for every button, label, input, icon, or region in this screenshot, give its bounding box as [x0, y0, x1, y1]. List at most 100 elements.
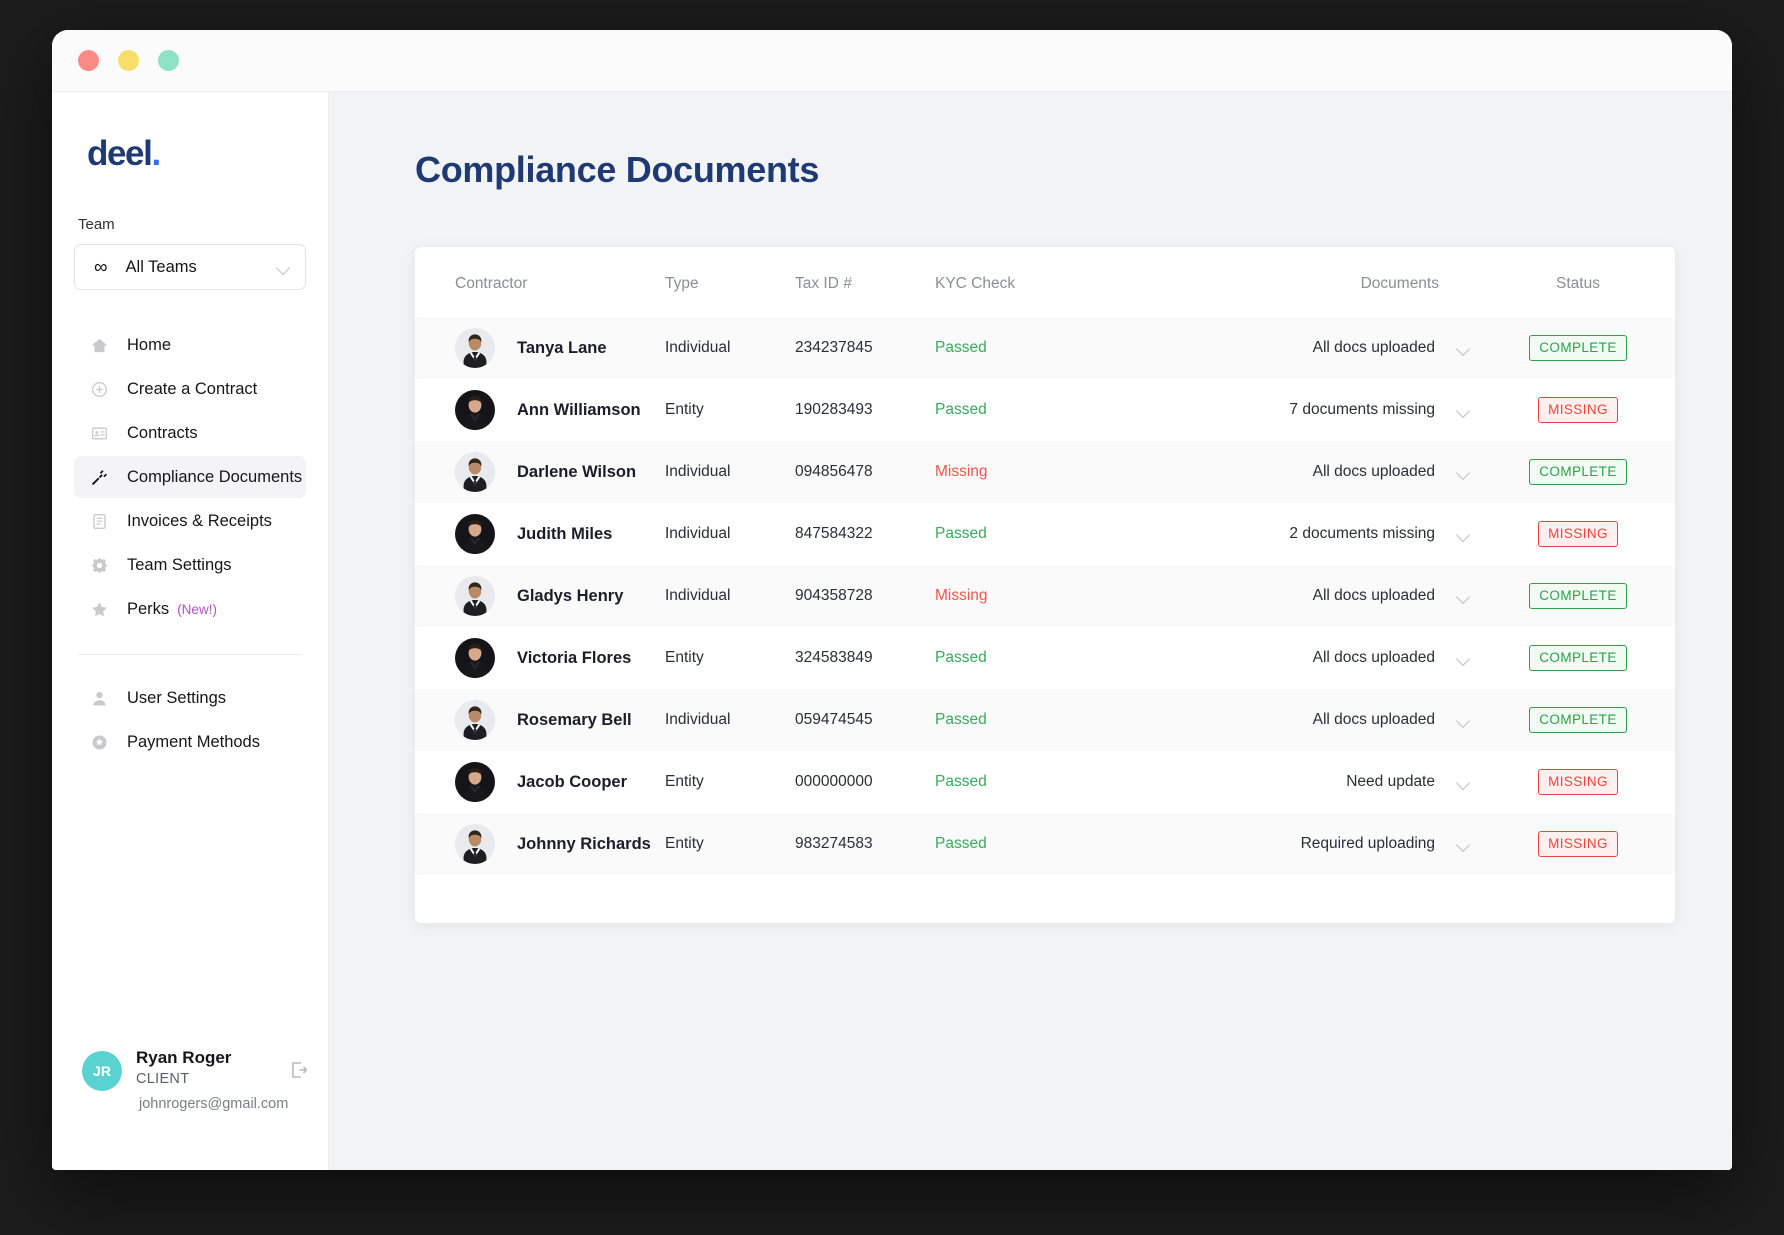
status-badge: COMPLETE	[1529, 335, 1627, 361]
status-badge: COMPLETE	[1529, 645, 1627, 671]
kyc-status-text: Missing	[935, 463, 988, 480]
kyc-status-text: Passed	[935, 773, 987, 790]
star-icon	[90, 600, 109, 619]
cell-status: MISSING	[1515, 813, 1675, 875]
cell-contractor: Ann Williamson	[415, 379, 665, 441]
sidebar-item-user-settings[interactable]: User Settings	[74, 677, 306, 719]
table-row[interactable]: Jacob Cooper Entity 000000000 Passed Need up…	[415, 751, 1675, 813]
documents-status-text: All docs uploaded	[1312, 587, 1435, 604]
contractor-name: Gladys Henry	[517, 586, 624, 605]
sidebar-item-team-settings[interactable]: Team Settings	[74, 544, 306, 586]
table-row[interactable]: Victoria Flores Entity 324583849 Passed All …	[415, 627, 1675, 689]
chevron-down-icon[interactable]	[1457, 592, 1471, 601]
table-row[interactable]: Johnny Richards Entity 983274583 Passed Requ…	[415, 813, 1675, 875]
cell-tax-id: 094856478	[795, 463, 873, 480]
cell-kyc-check: Passed	[935, 317, 1235, 379]
contractor-name: Victoria Flores	[517, 648, 632, 667]
column-header-contractor[interactable]: Contractor	[415, 247, 665, 317]
sidebar-item-perks[interactable]: Perks (New!)	[74, 588, 306, 630]
cell-status: COMPLETE	[1515, 627, 1675, 689]
sidebar-item-payment-methods[interactable]: Payment Methods	[74, 721, 306, 763]
window-maximize-button[interactable]	[158, 50, 179, 71]
team-selector-value: All Teams	[125, 257, 197, 276]
chevron-down-icon[interactable]	[1457, 468, 1471, 477]
cell-status: MISSING	[1515, 503, 1675, 565]
cell-contractor: Tanya Lane	[415, 317, 665, 379]
cell-type: Individual	[665, 339, 731, 356]
avatar	[455, 452, 495, 492]
sidebar-item-label: Payment Methods	[127, 732, 260, 751]
table-row[interactable]: Judith Miles Individual 847584322 Passed 2 d…	[415, 503, 1675, 565]
sidebar-item-invoices-receipts[interactable]: Invoices & Receipts	[74, 500, 306, 542]
documents-status-text: 2 documents missing	[1289, 525, 1435, 542]
documents-status-text: Need update	[1346, 773, 1435, 790]
contractor-name: Rosemary Bell	[517, 710, 632, 729]
sidebar-item-home[interactable]: Home	[74, 324, 306, 366]
cell-kyc-check: Missing	[935, 565, 1235, 627]
cell-tax-id: 904358728	[795, 587, 873, 604]
cell-type: Individual	[665, 711, 731, 728]
chevron-down-icon[interactable]	[1457, 406, 1471, 415]
status-badge: COMPLETE	[1529, 583, 1627, 609]
chevron-down-icon[interactable]	[1457, 840, 1471, 849]
chevron-down-icon[interactable]	[1457, 530, 1471, 539]
documents-status-text: All docs uploaded	[1312, 711, 1435, 728]
app-logo[interactable]: deel.	[87, 134, 306, 174]
cell-kyc-check: Passed	[935, 379, 1235, 441]
gavel-icon	[90, 468, 109, 487]
status-badge: MISSING	[1538, 769, 1618, 795]
table-row[interactable]: Gladys Henry Individual 904358728 Missing Al…	[415, 565, 1675, 627]
window-minimize-button[interactable]	[118, 50, 139, 71]
home-icon	[90, 336, 109, 355]
cell-kyc-check: Passed	[935, 503, 1235, 565]
chevron-down-icon[interactable]	[1457, 716, 1471, 725]
table-row[interactable]: Tanya Lane Individual 234237845 Passed All d…	[415, 317, 1675, 379]
window-close-button[interactable]	[78, 50, 99, 71]
kyc-status-text: Passed	[935, 711, 987, 728]
table-row[interactable]: Rosemary Bell Individual 059474545 Passed Al…	[415, 689, 1675, 751]
table-row[interactable]: Darlene Wilson Individual 094856478 Missing…	[415, 441, 1675, 503]
cell-documents: All docs uploaded	[1235, 317, 1515, 379]
cell-documents: Need update	[1235, 751, 1515, 813]
column-header-kyc-check[interactable]: KYC Check	[935, 247, 1235, 317]
column-header-status[interactable]: Status	[1515, 247, 1675, 317]
column-header-tax-id[interactable]: Tax ID #	[795, 247, 935, 317]
cell-status: MISSING	[1515, 751, 1675, 813]
chevron-down-icon[interactable]	[1457, 654, 1471, 663]
status-badge: MISSING	[1538, 831, 1618, 857]
window-titlebar	[52, 30, 1732, 92]
team-selector[interactable]: ∞ All Teams	[74, 244, 306, 290]
kyc-status-text: Passed	[935, 401, 987, 418]
contractor-name: Jacob Cooper	[517, 772, 628, 791]
sidebar-item-compliance-documents[interactable]: Compliance Documents	[74, 456, 306, 498]
kyc-status-text: Passed	[935, 339, 987, 356]
status-badge: MISSING	[1538, 397, 1618, 423]
avatar	[455, 638, 495, 678]
cell-status: COMPLETE	[1515, 441, 1675, 503]
table-row[interactable]: Ann Williamson Entity 190283493 Passed 7 doc…	[415, 379, 1675, 441]
user-role: CLIENT	[136, 1071, 190, 1087]
column-header-type[interactable]: Type	[665, 247, 795, 317]
chevron-down-icon[interactable]	[1457, 344, 1471, 353]
column-header-documents[interactable]: Documents	[1235, 247, 1515, 317]
avatar	[455, 824, 495, 864]
cell-kyc-check: Passed	[935, 751, 1235, 813]
documents-status-text: 7 documents missing	[1289, 401, 1435, 418]
page-title: Compliance Documents	[415, 149, 820, 190]
cell-documents: 7 documents missing	[1235, 379, 1515, 441]
cell-contractor: Jacob Cooper	[415, 751, 665, 813]
user-name: Ryan Roger	[136, 1048, 232, 1067]
cell-documents: Required uploading	[1235, 813, 1515, 875]
sidebar-item-create-a-contract[interactable]: Create a Contract	[74, 368, 306, 410]
cell-contractor: Johnny Richards	[415, 813, 665, 875]
chevron-down-icon[interactable]	[1457, 778, 1471, 787]
user-profile[interactable]: JR Ryan Roger CLIENT johnrogers@gmail.co…	[74, 1048, 308, 1112]
contractor-name: Ann Williamson	[517, 400, 641, 419]
kyc-status-text: Passed	[935, 835, 987, 852]
logout-icon[interactable]	[288, 1059, 310, 1081]
app-window: deel. Team ∞ All Teams Home Create a Con…	[52, 30, 1732, 1170]
cell-contractor: Gladys Henry	[415, 565, 665, 627]
table-header: Contractor Type Tax ID # KYC Check Docum…	[415, 247, 1675, 317]
avatar	[455, 762, 495, 802]
sidebar-item-contracts[interactable]: Contracts	[74, 412, 306, 454]
